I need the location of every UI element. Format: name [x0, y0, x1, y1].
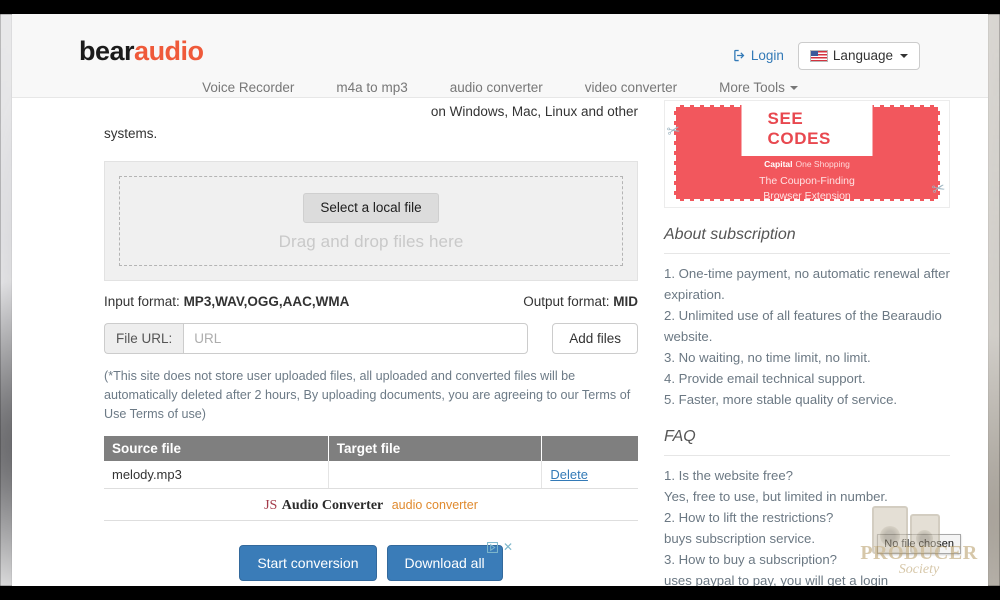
- brand-one-shopping: One Shopping: [795, 159, 850, 169]
- nav-item-more-tools[interactable]: More Tools: [698, 74, 819, 101]
- column-header-actions: [541, 436, 638, 461]
- output-format-value: MID: [613, 294, 638, 309]
- chevron-down-icon: [789, 85, 798, 90]
- sign-in-icon: [734, 50, 745, 62]
- output-format-label: Output format:: [523, 294, 610, 309]
- logo-text-audio: audio: [134, 36, 204, 66]
- about-subscription-list: 1. One-time payment, no automatic renewa…: [664, 254, 950, 410]
- cell-source-file: melody.mp3: [104, 461, 329, 489]
- list-item: 5. Faster, more stable quality of servic…: [664, 392, 898, 407]
- file-url-input[interactable]: [183, 323, 529, 354]
- list-item: 2. How to lift the restrictions?: [664, 510, 834, 525]
- select-local-file-button[interactable]: Select a local file: [303, 193, 439, 224]
- js-audio-converter-brand: JS Audio Converter audio converter: [104, 489, 638, 521]
- converter-column: on Windows, Mac, Linux and other systems…: [12, 98, 652, 586]
- intro-text-line2: systems.: [104, 126, 158, 141]
- cell-action: Delete: [541, 461, 638, 489]
- column-header-source-file: Source file: [104, 436, 329, 461]
- about-subscription-section: About subscription 1. One-time payment, …: [664, 226, 950, 410]
- upload-disclaimer: (*This site does not store user uploaded…: [104, 369, 631, 421]
- letterbox-top: [0, 0, 1000, 14]
- capital-one-shopping-logo: Capital One Shopping: [764, 159, 850, 169]
- faq-title: FAQ: [664, 428, 950, 456]
- faq-section: FAQ 1. Is the website free? Yes, free to…: [664, 428, 950, 586]
- list-item: 1. Is the website free?: [664, 468, 794, 483]
- files-table: Source file Target file melody.mp3 Delet…: [104, 436, 638, 489]
- language-label: Language: [832, 48, 893, 63]
- list-item: Yes, free to use, but limited in number.: [664, 489, 888, 504]
- list-item: 3. No waiting, no time limit, no limit.: [664, 350, 871, 365]
- coupon-graphic: SEE CODES Capital One Shopping The Coupo…: [674, 101, 940, 202]
- file-url-row: File URL: Add files: [104, 323, 638, 354]
- list-item: 4. Provide email technical support.: [664, 371, 866, 386]
- list-item: uses paypal to pay, you will get a login: [664, 573, 889, 586]
- output-format: Output format: MID: [523, 294, 638, 309]
- header-actions: Login Language: [733, 42, 920, 70]
- brand-subtitle: audio converter: [391, 498, 478, 512]
- us-flag-icon: [809, 49, 828, 62]
- ad-line-2: Browser Extension: [763, 190, 851, 202]
- language-button[interactable]: Language: [797, 42, 920, 70]
- page-content: on Windows, Mac, Linux and other systems…: [12, 98, 988, 586]
- main-nav: Voice Recorder m4a to mp3 audio converte…: [12, 74, 988, 101]
- file-url-group: File URL:: [104, 323, 529, 354]
- nav-item-voice-recorder[interactable]: Voice Recorder: [181, 74, 315, 101]
- cell-target-file: [328, 461, 543, 489]
- files-table-head: Source file Target file: [104, 436, 638, 461]
- screenshot-stage: bearaudio Login Language Voice Recorder …: [0, 0, 1000, 600]
- delete-link[interactable]: Delete: [550, 467, 588, 482]
- advertisement-banner[interactable]: SEE CODES Capital One Shopping The Coupo…: [664, 100, 950, 208]
- files-table-body: melody.mp3 Delete: [104, 461, 638, 489]
- logo-text-bear: bear: [79, 36, 135, 66]
- column-header-target-file: Target file: [328, 436, 543, 461]
- drag-drop-hint: Drag and drop files here: [278, 232, 464, 252]
- brand-audio-converter: Audio Converter: [281, 498, 384, 513]
- file-url-label: File URL:: [104, 323, 184, 354]
- chevron-down-icon: [900, 53, 908, 58]
- letterbox-bottom: [0, 586, 1000, 600]
- nav-item-more-tools-label: More Tools: [719, 80, 785, 95]
- intro-text-line1: on Windows, Mac, Linux and other: [430, 104, 638, 119]
- login-label: Login: [750, 48, 784, 64]
- format-row: Input format: MP3,WAV,OGG,AAC,WMA Output…: [104, 294, 638, 309]
- nav-item-audio-converter[interactable]: audio converter: [429, 74, 564, 101]
- brand-js: JS: [264, 498, 278, 513]
- input-format: Input format: MP3,WAV,OGG,AAC,WMA: [104, 294, 349, 309]
- ad-choices-controls: ✕: [12, 541, 988, 553]
- file-dropzone-inner: Select a local file Drag and drop files …: [119, 176, 623, 266]
- nav-item-video-converter[interactable]: video converter: [564, 74, 698, 101]
- add-files-button[interactable]: Add files: [552, 323, 638, 354]
- about-subscription-title: About subscription: [664, 226, 950, 254]
- ad-close-icon[interactable]: ✕: [503, 541, 513, 553]
- see-codes-label: SEE CODES: [741, 101, 873, 156]
- input-format-label: Input format:: [104, 294, 180, 309]
- brand-capital-one: Capital: [764, 159, 793, 169]
- list-item: 2. Unlimited use of all features of the …: [664, 308, 942, 344]
- adchoices-icon[interactable]: [487, 541, 498, 553]
- login-link[interactable]: Login: [733, 48, 784, 63]
- no-file-chosen-tooltip: No file chosen: [877, 534, 961, 554]
- ad-line-1: The Coupon-Finding: [759, 175, 855, 187]
- file-dropzone[interactable]: Select a local file Drag and drop files …: [104, 161, 638, 281]
- site-logo[interactable]: bearaudio: [79, 36, 204, 67]
- browser-page: bearaudio Login Language Voice Recorder …: [12, 14, 988, 586]
- list-item: 1. One-time payment, no automatic renewa…: [664, 266, 950, 302]
- sidebar-column: SEE CODES Capital One Shopping The Coupo…: [652, 98, 988, 586]
- input-format-value: MP3,WAV,OGG,AAC,WMA: [183, 294, 350, 309]
- nav-item-m4a-to-mp3[interactable]: m4a to mp3: [315, 74, 428, 101]
- faq-list: 1. Is the website free? Yes, free to use…: [664, 456, 950, 586]
- table-header-row: Source file Target file: [104, 436, 638, 461]
- table-row: melody.mp3 Delete: [104, 461, 638, 489]
- site-header: bearaudio Login Language Voice Recorder …: [12, 14, 988, 98]
